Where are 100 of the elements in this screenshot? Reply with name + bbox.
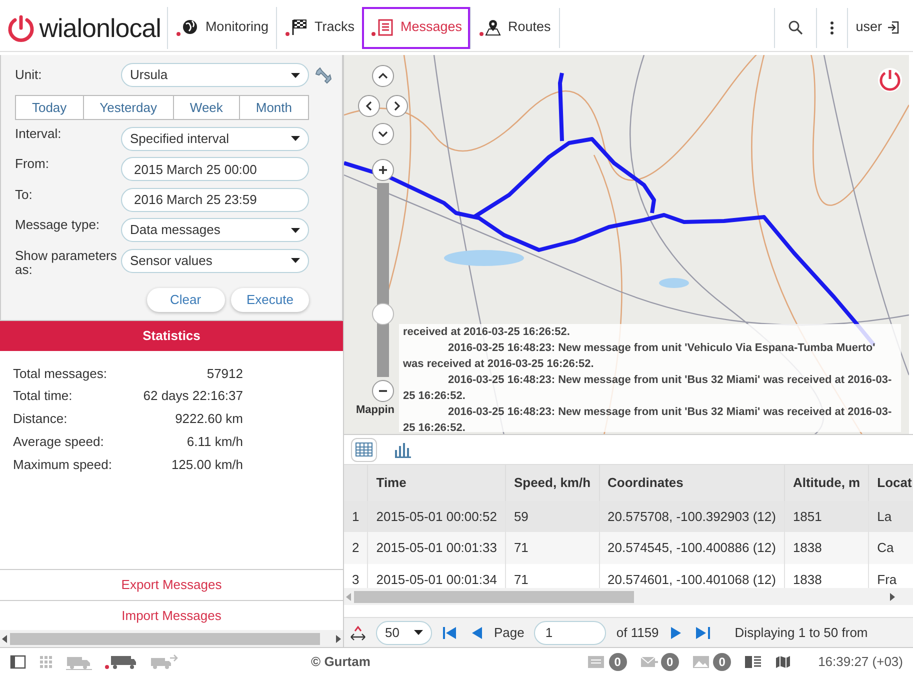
stat-value: 57912 [206,364,243,383]
user-menu[interactable]: user [848,6,907,48]
period-button[interactable]: Today [15,94,84,120]
period-button[interactable]: Yesterday [84,94,174,120]
section-header: Statistics [0,321,343,351]
counter-badge: 0 [608,652,627,670]
zoom-in-icon [378,165,388,175]
pager-summary: Displaying 1 to 50 from [734,624,868,642]
copyright-text: © Gurtam [311,652,370,671]
image-icon [692,654,710,670]
page-label: Page [494,624,524,642]
page-input-field[interactable]: 1 [534,620,606,644]
notification-text: received at 2016-03-25 16:26:52. [403,325,571,340]
nav-tab[interactable]: Monitoring [167,6,276,48]
grid-icon [39,654,53,668]
row-number: 1 [344,500,368,532]
first-page-icon [442,626,458,640]
table-cell: 59 [505,500,600,532]
resize-icon [350,624,366,640]
nav-icon [479,18,503,37]
table-row[interactable]: 1 2015-05-01 00:00:52 59 20.575708, -100.392903 (12) 1851 La [344,500,913,532]
truck-label-button[interactable] [105,654,137,670]
fit-columns-button[interactable] [350,624,366,640]
layout-button[interactable] [744,654,762,668]
app-logo-icon [877,67,903,93]
bar-chart-icon [394,441,412,458]
chevron-down-icon [378,129,388,139]
panel-toggle-button[interactable] [10,654,26,668]
map-attribution: Mappin [356,402,394,418]
table-cell: 20.575708, -100.392903 (12) [599,500,784,532]
date-input-field[interactable]: 2015 March 25 00:00 [121,157,309,181]
column-header[interactable]: Time [368,465,506,500]
caret-icon [291,228,300,232]
action-button[interactable]: Clear [146,288,224,312]
scroll-right-icon [887,592,897,602]
search-icon [788,20,803,35]
column-header[interactable]: Locat [868,465,913,500]
column-header[interactable]: Altitude, m [784,465,869,500]
field-label: Unit: [15,68,43,82]
table-cell: La [868,500,913,532]
logout-icon [887,21,899,34]
column-header[interactable]: Speed, km/h [505,465,600,500]
select-field[interactable]: Sensor values [121,248,309,272]
nav-tab[interactable]: Routes [470,6,559,48]
logo-text: wialonlocal [39,14,161,40]
caret-icon [291,136,300,141]
stat-value: 62 days 22:16:37 [142,387,243,406]
field-label: To: [15,188,34,202]
truck-arrow-icon [150,654,178,670]
nav-icon [285,18,310,37]
nav-tab[interactable]: Messages [362,6,470,48]
scroll-left-icon [0,634,10,644]
map-icon [775,654,792,668]
page-size-select[interactable]: 50 [376,620,432,644]
map-button[interactable] [775,654,792,668]
last-page-button[interactable] [694,626,711,640]
clock-text: 16:39:27 (+03) [818,652,903,671]
period-button[interactable]: Week [174,94,240,120]
message-icon [587,654,606,670]
stat-value: 125.00 km/h [170,456,243,474]
caret-icon [414,630,423,635]
notification-text: 2016-03-25 16:48:23: New message from unit 'Vehiculo Via Espana-Tumba Muerto' was received at 2016-03-25 16:26:52. [403,341,876,372]
last-page-icon [694,626,711,640]
stat-label: Total messages: [13,364,108,383]
first-page-button[interactable] [442,626,458,640]
action-button[interactable]: Execute [231,288,309,312]
panel-toggle-icon [10,654,26,668]
chevron-right-icon [392,101,402,111]
stat-label: Average speed: [13,432,105,451]
page-count: of 1159 [616,624,659,642]
field-label: From: [15,157,50,172]
date-input-field[interactable]: 2016 March 25 23:59 [121,188,309,212]
stat-label: Total time: [13,387,74,406]
select-field[interactable]: Specified interval [121,126,309,150]
field-label: Message type: [15,218,101,233]
field-label: Show parameters as: [15,248,118,278]
column-header[interactable]: Coordinates [599,465,784,500]
table-row[interactable]: 3 2015-05-01 00:01:34 71 20.574601, -100.401068 (12) 1838 Fra [344,564,913,588]
table-cell: 2015-05-01 00:00:52 [368,500,506,532]
chevron-left-icon [364,101,374,111]
table-icon [354,441,372,458]
horizontal-scrollbar[interactable] [0,630,343,647]
stat-label: Distance: [13,410,68,428]
table-cell: 1851 [784,500,869,532]
counter-badge: 0 [660,652,679,670]
notification-text: 2016-03-25 16:48:23: New message from unit 'Bus 32 Miami' was received at 2016-03-25 16:26:52. [403,373,893,404]
scroll-right-icon [333,634,343,644]
stat-value: 9222.60 km [174,410,243,428]
table-row[interactable]: 2 2015-05-01 00:01:33 71 20.574545, -100.400886 (12) 1838 Ca [344,532,913,564]
table-view-button[interactable] [350,438,376,462]
horizontal-scrollbar[interactable] [344,588,913,605]
chevron-up-icon [378,71,388,81]
select-field[interactable]: Data messages [121,218,309,242]
nav-tab[interactable]: Tracks [276,6,362,48]
scroll-left-icon [344,592,354,602]
truck-label-icon [105,654,137,670]
caret-icon [291,258,300,263]
period-button[interactable]: Month [240,94,309,120]
unit-select[interactable]: Ursula [121,63,309,87]
field-label: Interval: [15,126,62,142]
